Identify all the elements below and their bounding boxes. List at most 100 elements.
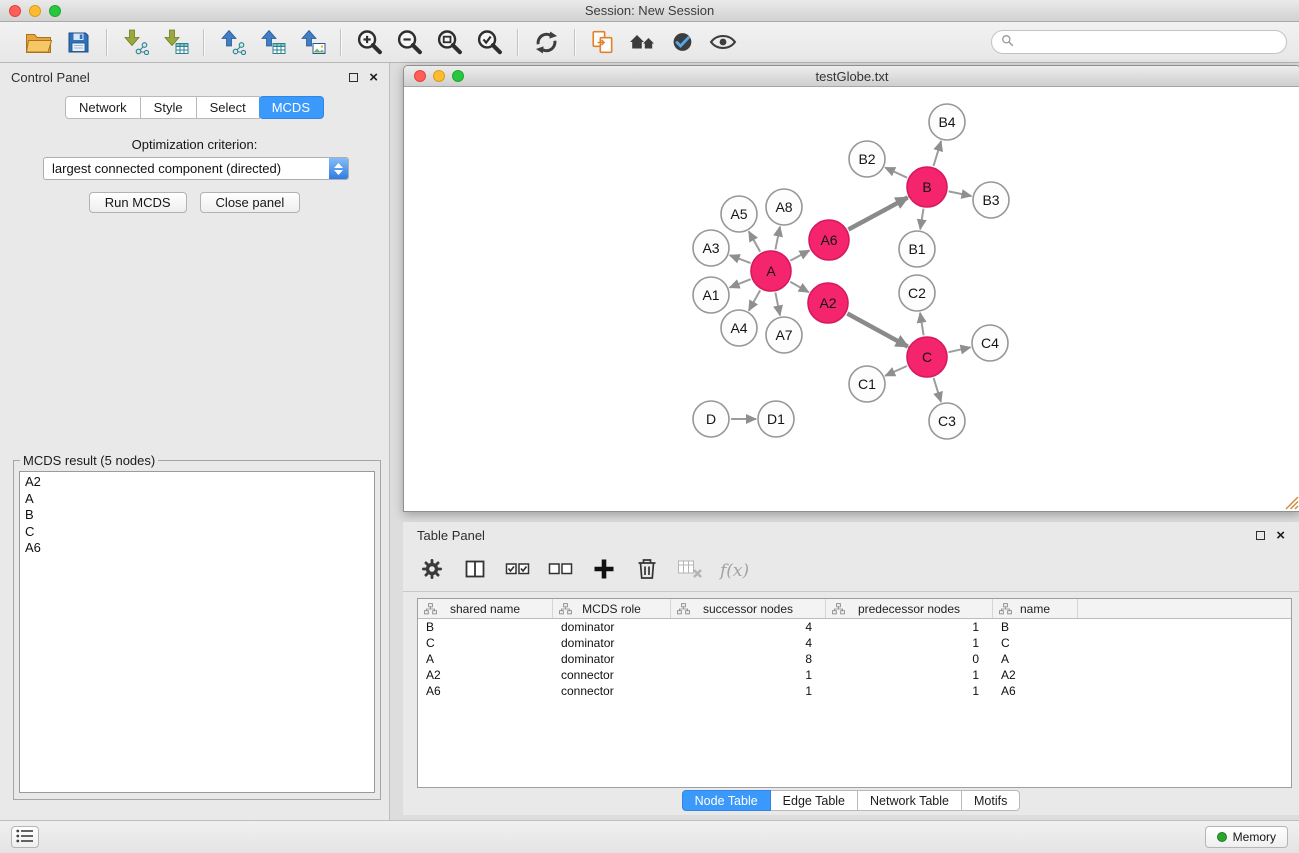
edge-A-A5[interactable] [749,231,760,251]
edge-C-C2[interactable] [920,313,924,336]
tab-edge-table[interactable]: Edge Table [771,790,858,811]
node-C2[interactable]: C2 [899,275,935,311]
home-button[interactable] [627,26,659,58]
export-network-button[interactable] [216,26,248,58]
tab-node-table[interactable]: Node Table [682,790,771,811]
node-A2[interactable]: A2 [808,283,848,323]
open-file-button[interactable] [22,26,54,58]
node-A[interactable]: A [751,251,791,291]
optimization-criterion-select[interactable]: largest connected component (directed) [43,157,349,180]
edge-A-A4[interactable] [749,290,760,310]
deselect-all-button[interactable] [548,556,574,586]
node-A6[interactable]: A6 [809,220,849,260]
edge-C-C4[interactable] [949,347,971,352]
edge-A6-B[interactable] [848,198,907,230]
zoom-window-button[interactable] [49,5,61,17]
column-header-predecessor-nodes[interactable]: predecessor nodes [826,599,993,618]
show-panel-button[interactable] [11,826,39,848]
save-session-button[interactable] [62,26,94,58]
column-header-MCDS-role[interactable]: MCDS role [553,599,671,618]
node-A4[interactable]: A4 [721,310,757,346]
node-A8[interactable]: A8 [766,189,802,225]
apply-layout-button[interactable] [530,26,562,58]
node-B1[interactable]: B1 [899,231,935,267]
column-header-shared-name[interactable]: shared name [418,599,553,618]
export-image-button[interactable] [296,26,328,58]
mcds-result-item[interactable]: B [25,507,369,524]
network-zoom-button[interactable] [452,70,464,82]
delete-table-button[interactable] [677,556,703,586]
search-input[interactable] [1019,35,1277,49]
tab-network-table[interactable]: Network Table [858,790,962,811]
search-box[interactable] [991,30,1287,54]
close-panel-button[interactable]: Close panel [200,192,301,213]
tab-network[interactable]: Network [65,96,141,119]
table-row[interactable]: Bdominator41B [418,619,1291,635]
mcds-result-item[interactable]: C [25,524,369,541]
select-all-button[interactable] [505,556,531,586]
edge-A-A7[interactable] [775,293,780,316]
edge-C-C1[interactable] [885,366,907,376]
import-table-button[interactable] [159,26,191,58]
float-panel-icon[interactable] [349,73,358,82]
zoom-selected-button[interactable] [473,26,505,58]
visual-style-button[interactable] [667,26,699,58]
new-column-button[interactable] [591,556,617,586]
memory-button[interactable]: Memory [1205,826,1288,848]
minimize-window-button[interactable] [29,5,41,17]
node-B3[interactable]: B3 [973,182,1009,218]
node-A1[interactable]: A1 [693,277,729,313]
edge-A-A1[interactable] [730,279,751,287]
table-row[interactable]: Cdominator41C [418,635,1291,651]
column-header-name[interactable]: name [993,599,1078,618]
duplicate-network-button[interactable] [587,26,619,58]
mcds-result-item[interactable]: A [25,491,369,508]
node-B2[interactable]: B2 [849,141,885,177]
network-canvas[interactable]: B4B2BB3A8A5A6A3B1AC2A1A2A4A7C4CC1C3DD1 [404,88,1299,511]
show-graphics-button[interactable] [707,26,739,58]
network-close-button[interactable] [414,70,426,82]
tab-style[interactable]: Style [141,96,197,119]
node-A5[interactable]: A5 [721,196,757,232]
node-A3[interactable]: A3 [693,230,729,266]
tab-select[interactable]: Select [197,96,260,119]
table-row[interactable]: Adominator80A [418,651,1291,667]
node-B4[interactable]: B4 [929,104,965,140]
node-B[interactable]: B [907,167,947,207]
zoom-in-button[interactable] [353,26,385,58]
mcds-result-item[interactable]: A6 [25,540,369,557]
edge-B-B4[interactable] [934,141,942,166]
node-D1[interactable]: D1 [758,401,794,437]
close-window-button[interactable] [9,5,21,17]
node-D[interactable]: D [693,401,729,437]
table-mode-button[interactable] [419,556,445,586]
network-window-titlebar[interactable]: testGlobe.txt [404,66,1299,87]
close-panel-icon[interactable]: × [369,70,378,85]
mcds-result-item[interactable]: A2 [25,474,369,491]
node-A7[interactable]: A7 [766,317,802,353]
mcds-result-list[interactable]: A2ABCA6 [19,471,375,793]
edge-A-A6[interactable] [790,250,809,260]
node-C[interactable]: C [907,337,947,377]
column-header-successor-nodes[interactable]: successor nodes [671,599,826,618]
resize-grip-icon[interactable] [1285,496,1299,510]
network-minimize-button[interactable] [433,70,445,82]
edge-C-C3[interactable] [934,378,941,402]
zoom-fit-button[interactable] [433,26,465,58]
run-mcds-button[interactable]: Run MCDS [89,192,187,213]
edge-B-B1[interactable] [920,209,923,230]
tab-mcds[interactable]: MCDS [259,96,324,119]
tab-motifs[interactable]: Motifs [962,790,1020,811]
node-C3[interactable]: C3 [929,403,965,439]
edge-A-A8[interactable] [775,227,780,250]
edge-A2-C[interactable] [847,314,907,347]
float-table-panel-icon[interactable] [1256,531,1265,540]
edge-B-B2[interactable] [885,168,907,178]
import-network-button[interactable] [119,26,151,58]
table-row[interactable]: A2connector11A2 [418,667,1291,683]
delete-columns-button[interactable] [634,556,660,586]
edge-A-A2[interactable] [790,282,809,292]
function-builder-button[interactable]: f(x) [720,556,749,586]
node-C1[interactable]: C1 [849,366,885,402]
network-graph[interactable]: B4B2BB3A8A5A6A3B1AC2A1A2A4A7C4CC1C3DD1 [404,88,1299,511]
